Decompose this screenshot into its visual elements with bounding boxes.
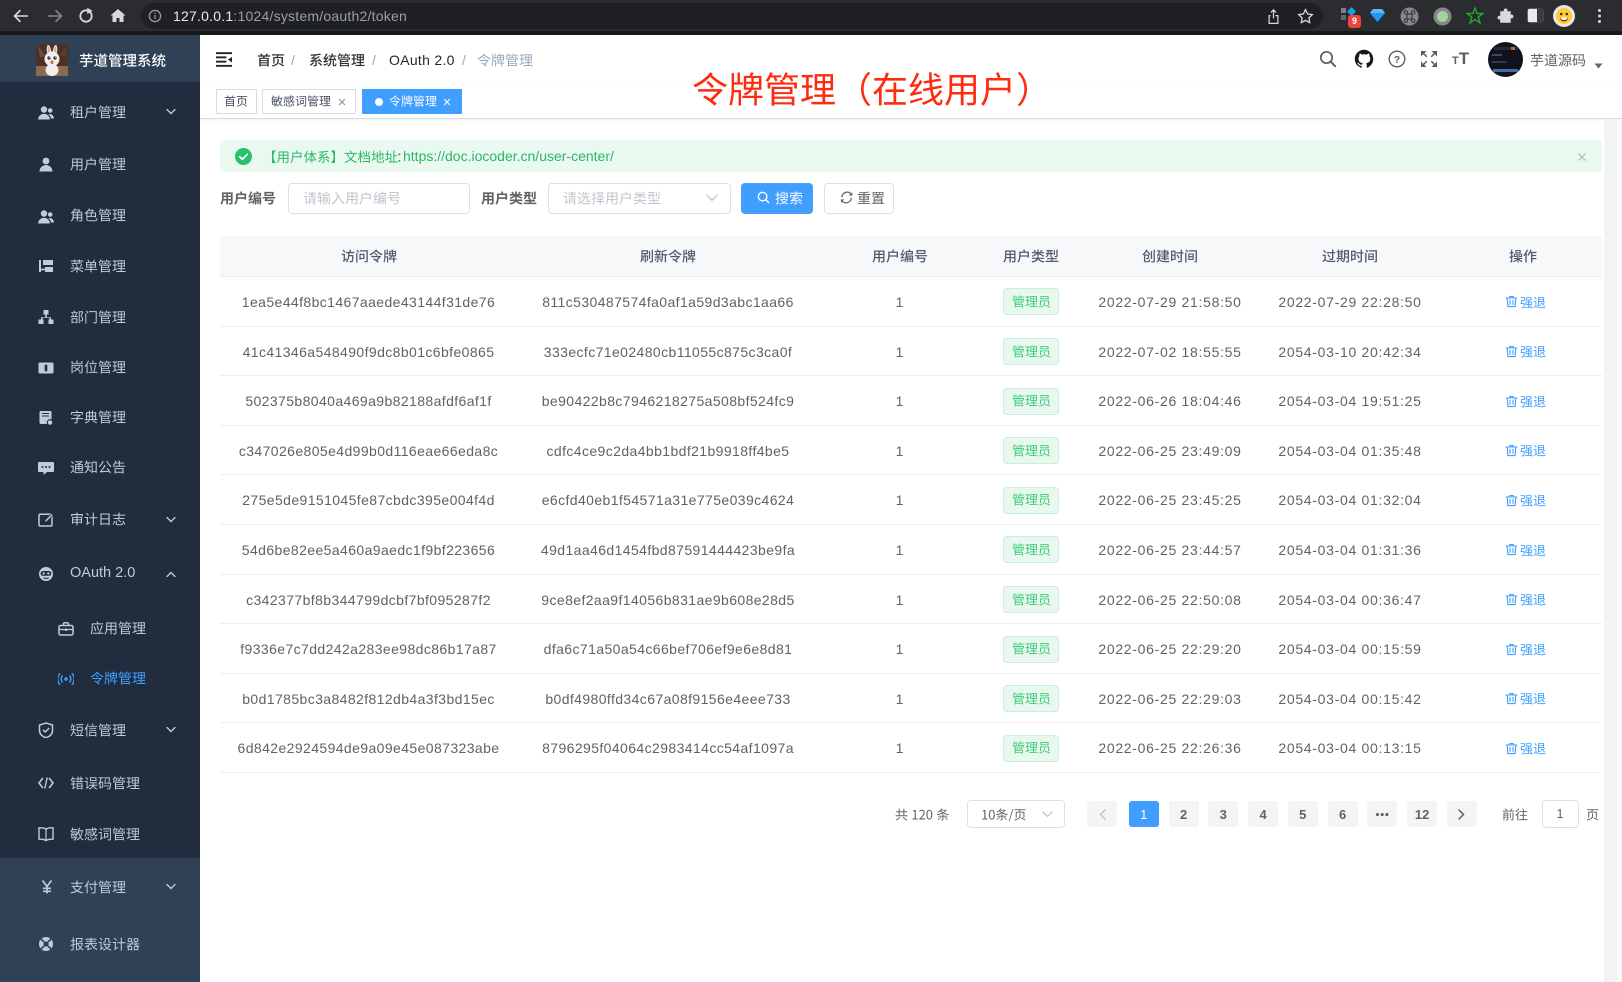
svg-text:?: ?: [1394, 54, 1400, 66]
